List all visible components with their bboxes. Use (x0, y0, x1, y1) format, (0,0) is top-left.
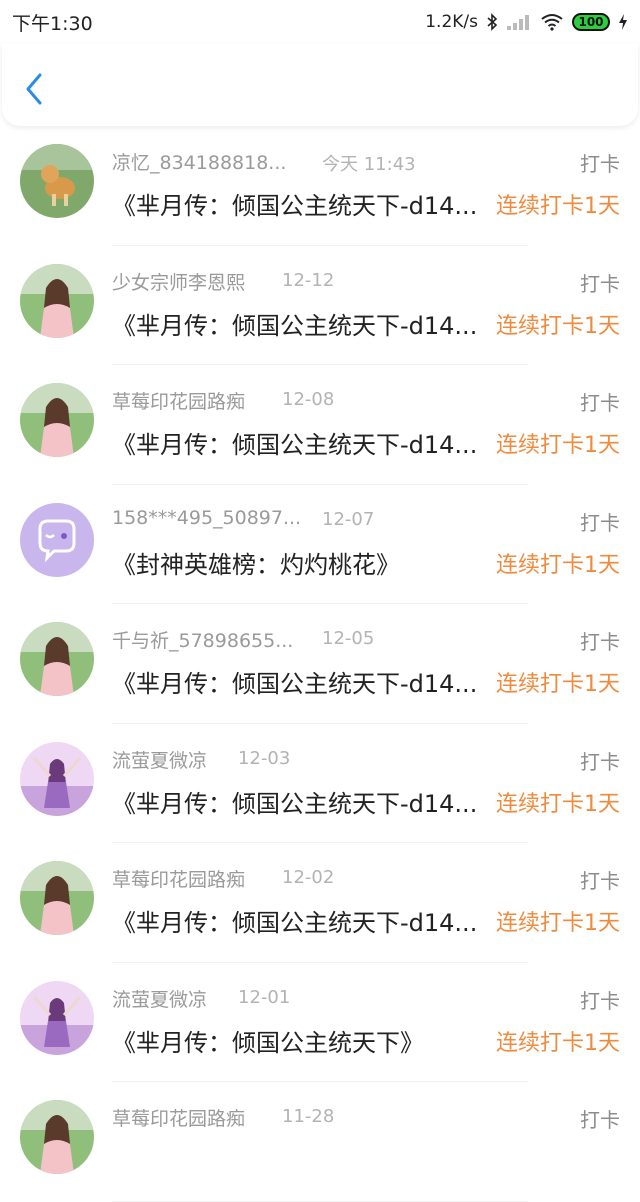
checkin-type-label: 打卡 (580, 391, 620, 415)
book-title: 《芈月传：倾国公主统天下-d14... (112, 789, 478, 818)
checkin-date: 12-07 (322, 508, 375, 530)
checkin-date: 今天 11:43 (322, 154, 416, 175)
avatar[interactable] (20, 1100, 94, 1174)
streak-label: 连续打卡1天 (496, 194, 620, 219)
checkin-date: 12-08 (282, 389, 335, 410)
checkin-type-label: 打卡 (580, 749, 620, 774)
row-divider (112, 1200, 528, 1202)
avatar[interactable] (20, 861, 94, 935)
avatar[interactable] (20, 502, 94, 577)
avatar[interactable] (20, 383, 94, 457)
list-item[interactable]: 草莓印花园路痴 11-28 打卡 (0, 1082, 640, 1202)
status-time: 下午1:30 (12, 12, 93, 35)
user-name: 草莓印花园路痴 (112, 391, 246, 413)
avatar[interactable] (20, 622, 94, 696)
user-name: 158***495_50897... (112, 506, 302, 529)
streak-label: 连续打卡1天 (496, 911, 620, 936)
checkin-date: 12-05 (322, 628, 375, 649)
bluetooth-icon (487, 13, 498, 31)
book-title: 《封神英雄榜：灼灼桃花》 (112, 550, 400, 579)
list-item[interactable]: 流萤夏微凉 12-01 打卡《芈月传：倾国公主统天下》 连续打卡1天 (0, 963, 640, 1082)
list-item[interactable]: 少女宗师李恩熙 12-12 打卡《芈月传：倾国公主统天下-d14... 连续打卡1天 (0, 246, 640, 365)
list-item[interactable]: 草莓印花园路痴 12-02 打卡《芈月传：倾国公主统天下-d14... 连续打卡1天 (0, 843, 640, 963)
checkin-type-label: 打卡 (580, 1108, 620, 1132)
checkin-type-label: 打卡 (580, 271, 620, 296)
list-item[interactable]: 凉忆_834188818... 今天 11:43 打卡《芈月传：倾国公主统天下-d1… (0, 126, 640, 246)
battery-level: 100 (578, 15, 604, 29)
list-item[interactable]: 草莓印花园路痴 12-08 打卡《芈月传：倾国公主统天下-d14... 连续打卡1天 (0, 365, 640, 485)
chevron-left-icon (26, 73, 42, 105)
book-title: 《芈月传：倾国公主统天下-d14... (112, 431, 478, 459)
battery-icon: 100 (572, 13, 610, 31)
checkin-date: 12-01 (238, 986, 291, 1008)
checkin-date: 12-03 (238, 747, 291, 769)
checkin-date: 12-12 (282, 269, 335, 291)
checkin-date: 12-02 (282, 867, 335, 888)
nav-header (2, 44, 638, 126)
streak-label: 连续打卡1天 (496, 552, 620, 578)
user-name: 凉忆_834188818... (112, 152, 287, 174)
streak-label: 连续打卡1天 (496, 1030, 620, 1056)
user-name: 草莓印花园路痴 (112, 1108, 246, 1130)
streak-label: 连续打卡1天 (496, 433, 620, 458)
user-name: 千与祈_57898655... (112, 630, 294, 652)
checkin-date: 11-28 (282, 1106, 335, 1127)
user-name: 流萤夏微凉 (112, 749, 208, 772)
checkin-type-label: 打卡 (580, 869, 620, 893)
avatar[interactable] (20, 980, 94, 1055)
status-icons: 1.2K/s 100 (425, 12, 628, 32)
checkin-type-label: 打卡 (580, 630, 620, 654)
checkin-type-label: 打卡 (580, 988, 620, 1013)
back-button[interactable] (22, 72, 50, 106)
avatar[interactable] (20, 263, 94, 338)
user-name: 少女宗师李恩熙 (112, 271, 246, 294)
wifi-icon (541, 14, 563, 31)
checkin-list: 凉忆_834188818... 今天 11:43 打卡 《芈月传：倾国公主统天下-d1… (0, 126, 640, 1202)
streak-label: 连续打卡1天 (496, 672, 620, 697)
avatar[interactable] (20, 741, 94, 816)
user-name: 草莓印花园路痴 (112, 869, 246, 891)
charging-icon (619, 14, 627, 30)
checkin-type-label: 打卡 (580, 152, 620, 176)
book-title: 《芈月传：倾国公主统天下-d14... (112, 670, 478, 698)
book-title: 《芈月传：倾国公主统天下-d14... (112, 192, 478, 220)
book-title: 《芈月传：倾国公主统天下》 (112, 1028, 424, 1057)
avatar[interactable] (20, 144, 94, 218)
list-item[interactable]: 千与祈_57898655... 12-05 打卡《芈月传：倾国公主统天下-d14..… (0, 604, 640, 724)
status-bar: 下午1:30 1.2K/s 100 (0, 0, 640, 44)
book-title: 《芈月传：倾国公主统天下-d14... (112, 909, 478, 937)
checkin-type-label: 打卡 (580, 510, 620, 535)
streak-label: 连续打卡1天 (496, 791, 620, 817)
list-item[interactable]: 流萤夏微凉 12-03 打卡《芈月传：倾国公主统天下-d14... 连续打卡1天 (0, 724, 640, 843)
book-title: 《芈月传：倾国公主统天下-d14... (112, 311, 478, 340)
list-item[interactable]: 158***495_50897... 12-07 打卡《封神英雄榜：灼灼桃花》 连续打… (0, 485, 640, 604)
signal-icon (507, 15, 529, 30)
network-speed: 1.2K/s (425, 12, 478, 32)
streak-label: 连续打卡1天 (496, 313, 620, 339)
user-name: 流萤夏微凉 (112, 988, 208, 1011)
